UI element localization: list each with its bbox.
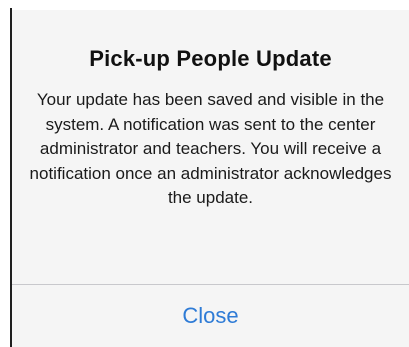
alert-message: Your update has been saved and visible i… — [29, 90, 392, 207]
close-button[interactable]: Close — [12, 285, 409, 347]
screen-top-edge — [0, 0, 409, 10]
alert-title: Pick-up People Update — [89, 46, 332, 71]
alert-dialog: Pick-up People Update Your update has be… — [12, 10, 409, 347]
